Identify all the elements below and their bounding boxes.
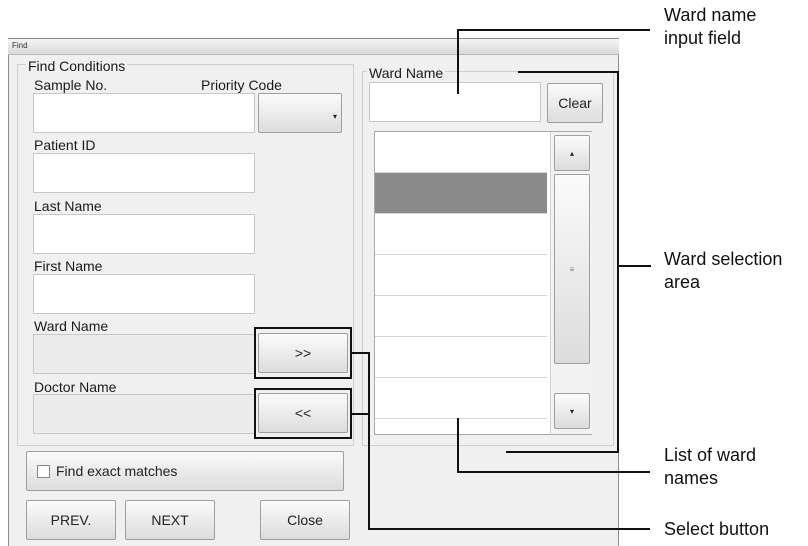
ward-name-label: Ward Name <box>34 318 109 334</box>
list-item[interactable] <box>375 337 547 378</box>
patient-id-label: Patient ID <box>34 137 96 153</box>
callout-line-select <box>368 528 650 530</box>
close-button[interactable]: Close <box>260 500 350 540</box>
callout-ward-list-text: List of ward names <box>664 445 757 488</box>
select-ward-button-highlight <box>254 327 352 379</box>
find-conditions-title: Find Conditions <box>26 58 128 74</box>
callout-line-select <box>368 352 370 530</box>
callout-line-ward-input <box>457 29 650 31</box>
priority-code-label: Priority Code <box>201 77 282 93</box>
ward-list: ▴ ≡ ▾ <box>374 131 592 435</box>
exact-match-toggle[interactable]: Find exact matches <box>26 451 344 491</box>
last-name-label: Last Name <box>34 198 102 214</box>
sample-no-field[interactable] <box>33 93 255 133</box>
ward-name-field <box>33 334 255 374</box>
dialog-title: Find <box>12 41 28 50</box>
sample-no-label: Sample No. <box>34 77 108 93</box>
callout-bracket-ward-area <box>617 71 619 453</box>
callout-line-ward-input <box>457 30 459 94</box>
scroll-down-button[interactable]: ▾ <box>554 393 590 429</box>
first-name-field[interactable] <box>33 274 255 314</box>
callout-ward-area-text: Ward selection area <box>664 249 783 292</box>
list-item[interactable] <box>375 255 547 296</box>
patient-id-field[interactable] <box>33 153 255 193</box>
callout-line-ward-list <box>457 471 650 473</box>
scroll-thumb[interactable]: ≡ <box>554 174 590 364</box>
doctor-name-label: Doctor Name <box>34 379 117 395</box>
ward-list-scrollbar[interactable]: ▴ ≡ ▾ <box>550 132 592 434</box>
dialog-titlebar: Find <box>8 38 619 55</box>
first-name-label: First Name <box>34 258 103 274</box>
chevron-up-icon: ▴ <box>569 148 574 158</box>
callout-select-button-text: Select button <box>664 519 770 539</box>
list-item[interactable] <box>375 214 547 255</box>
list-item-selected[interactable] <box>375 173 547 214</box>
select-doctor-button-highlight <box>254 388 352 439</box>
scroll-up-button[interactable]: ▴ <box>554 135 590 171</box>
doctor-name-field <box>33 394 255 434</box>
chevron-down-icon: ▾ <box>332 112 337 121</box>
next-button[interactable]: NEXT <box>125 500 215 540</box>
callout-ward-input-text: Ward name input field <box>664 5 757 48</box>
clear-button[interactable]: Clear <box>547 83 603 123</box>
callout-line-ward-list <box>457 418 459 472</box>
callout-bracket-ward-area <box>518 71 618 73</box>
list-item[interactable] <box>375 296 547 337</box>
list-item[interactable] <box>375 132 547 173</box>
ward-search-input[interactable] <box>369 82 541 122</box>
list-item[interactable] <box>375 378 547 419</box>
last-name-field[interactable] <box>33 214 255 254</box>
chevron-down-icon: ▾ <box>569 406 574 416</box>
exact-match-checkbox[interactable] <box>37 464 50 478</box>
priority-code-dropdown[interactable]: ▾ <box>258 93 342 133</box>
grip-icon: ≡ <box>569 264 575 274</box>
callout-line-ward-area <box>619 265 651 267</box>
prev-button[interactable]: PREV. <box>26 500 116 540</box>
ward-panel-title: Ward Name <box>367 65 446 81</box>
exact-match-label: Find exact matches <box>56 463 178 479</box>
callout-bracket-ward-area <box>506 451 619 453</box>
